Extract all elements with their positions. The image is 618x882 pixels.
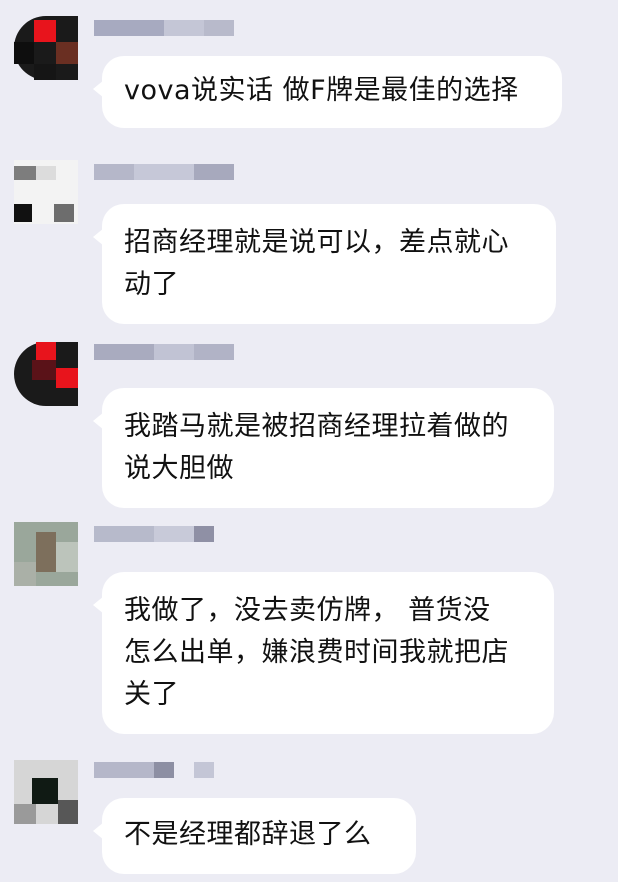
message-text: 动了 [124,269,179,300]
sender-name-blurred [94,164,254,184]
message-bubble[interactable]: 不是经理都辞退了么 [93,798,416,874]
sender-name-blurred [94,526,254,546]
avatar[interactable] [14,522,78,586]
message-text: 说大胆做 [124,453,234,484]
message-bubble[interactable]: vova说实话 做F牌是最佳的选择 [93,56,562,128]
message-text: 我踏马就是被招商经理拉着做的 [124,411,509,442]
sender-name-blurred [94,20,254,40]
sender-name-blurred [94,344,254,364]
message-text: vova说实话 做F牌是最佳的选择 [124,75,519,106]
message-bubble[interactable]: 我做了，没去卖仿牌， 普货没 怎么出单，嫌浪费时间我就把店 关了 [93,572,554,734]
message-text: 怎么出单，嫌浪费时间我就把店 [124,637,509,668]
avatar[interactable] [14,16,78,80]
avatar[interactable] [14,160,78,224]
chat-message-list: vova说实话 做F牌是最佳的选择 招商经理就是说可以，差点就心 动了 我踏马就… [0,0,618,882]
sender-name-blurred [94,762,254,782]
message-text: 招商经理就是说可以，差点就心 [124,227,509,258]
avatar[interactable] [14,760,78,824]
message-text: 不是经理都辞退了么 [124,819,372,850]
message-text: 我做了，没去卖仿牌， 普货没 [124,595,491,626]
avatar[interactable] [14,342,78,406]
message-text: 关了 [124,679,179,710]
message-bubble[interactable]: 我踏马就是被招商经理拉着做的 说大胆做 [93,388,554,508]
message-bubble[interactable]: 招商经理就是说可以，差点就心 动了 [93,204,556,324]
